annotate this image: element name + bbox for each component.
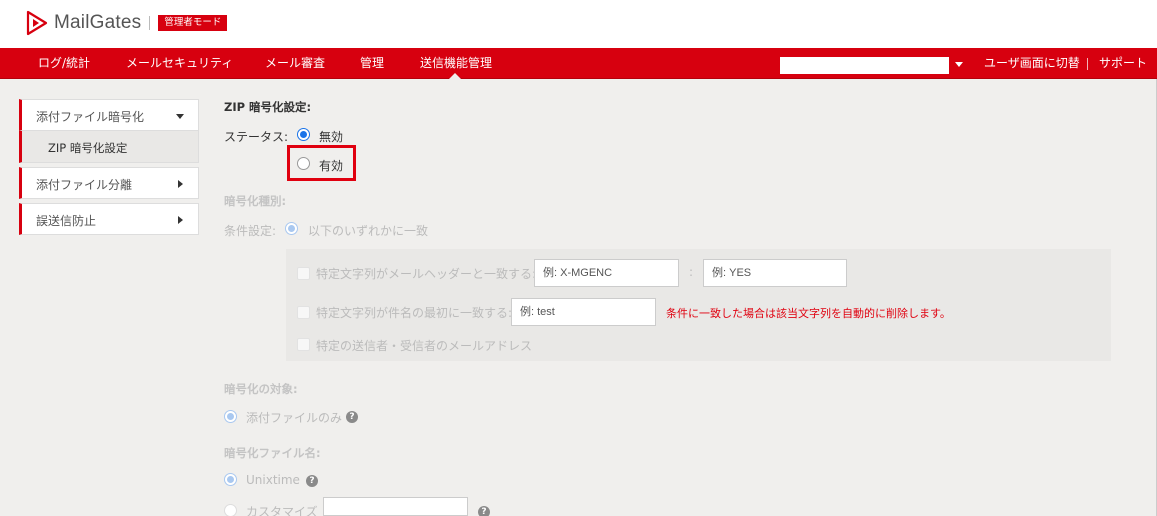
caret-right-icon <box>178 180 183 188</box>
target-attachments-radio[interactable] <box>224 410 237 423</box>
filename-unixtime-label: Unixtime <box>246 473 300 487</box>
nav-item-management[interactable]: 管理 <box>360 48 384 79</box>
nav-divider <box>1087 58 1088 70</box>
sender-recipient-label: 特定の送信者・受信者のメールアドレス <box>316 339 533 353</box>
condition-any-radio[interactable] <box>285 222 298 235</box>
encryption-target-title: 暗号化の対象: <box>224 382 298 396</box>
status-label: ステータス: <box>224 130 289 144</box>
subject-prefix-checkbox[interactable] <box>297 306 310 319</box>
main-nav: ログ/統計 メールセキュリティ メール審査 管理 送信機能管理 ユーザ画面に切替… <box>0 48 1157 79</box>
filename-unixtime-radio[interactable] <box>224 473 237 486</box>
subject-prefix-input[interactable]: 例: test <box>511 298 656 326</box>
filename-custom-radio[interactable] <box>224 504 237 516</box>
filename-custom-label: カスタマイズ <box>246 505 318 516</box>
sidebar-subitem-zip-encryption[interactable]: ZIP 暗号化設定 <box>19 131 199 163</box>
logo-text: MailGates <box>54 12 142 33</box>
sidebar-item-label: 添付ファイル暗号化 <box>36 110 145 124</box>
encryption-type-title: 暗号化種別: <box>224 194 287 208</box>
switch-user-view-link[interactable]: ユーザ画面に切替 <box>984 48 1080 79</box>
status-disabled-label: 無効 <box>319 130 344 144</box>
status-enabled-radio[interactable] <box>297 157 310 170</box>
target-attachments-label: 添付ファイルのみ <box>246 411 343 425</box>
sidebar-item-label: 添付ファイル分離 <box>36 178 133 192</box>
nav-item-mail-review[interactable]: メール審査 <box>265 48 325 79</box>
header-value-input[interactable]: 例: YES <box>703 259 847 287</box>
sidebar-subitem-label: ZIP 暗号化設定 <box>48 141 128 155</box>
logo-divider <box>149 16 151 30</box>
condition-any-label: 以下のいずれかに一致 <box>308 224 429 238</box>
header-match-checkbox[interactable] <box>297 267 310 280</box>
header-separator: : <box>689 265 694 279</box>
condition-label: 条件設定: <box>224 224 277 238</box>
sender-recipient-checkbox[interactable] <box>297 338 310 351</box>
help-icon[interactable]: ? <box>346 411 358 423</box>
nav-item-mail-security[interactable]: メールセキュリティ <box>126 48 233 79</box>
help-icon[interactable]: ? <box>478 506 490 516</box>
logo[interactable]: MailGates 管理者モード <box>26 10 228 36</box>
encrypted-filename-title: 暗号化ファイル名: <box>224 446 321 460</box>
chevron-down-icon[interactable] <box>955 62 963 67</box>
nav-item-logs-stats[interactable]: ログ/統計 <box>38 48 90 79</box>
sidebar-item-attachment-separation[interactable]: 添付ファイル分離 <box>19 167 199 199</box>
domain-select[interactable] <box>780 57 949 74</box>
support-link[interactable]: サポート <box>1099 48 1147 79</box>
help-icon[interactable]: ? <box>306 475 318 487</box>
subject-prefix-note: 条件に一致した場合は該当文字列を自動的に削除します。 <box>666 307 951 320</box>
header-match-label: 特定文字列がメールヘッダーと一致する: <box>316 267 537 281</box>
sidebar-item-misdelivery-prevention[interactable]: 誤送信防止 <box>19 203 199 235</box>
caret-down-icon <box>176 114 184 119</box>
subject-prefix-label: 特定文字列が件名の最初に一致する: <box>316 306 513 320</box>
admin-mode-badge: 管理者モード <box>158 15 228 31</box>
header-name-input[interactable]: 例: X-MGENC <box>534 259 679 287</box>
section-title: ZIP 暗号化設定: <box>224 100 312 114</box>
status-disabled-radio[interactable] <box>297 128 310 141</box>
sidebar-item-attachment-encryption[interactable]: 添付ファイル暗号化 <box>19 99 199 131</box>
status-enabled-label: 有効 <box>319 159 344 173</box>
caret-right-icon <box>178 216 183 224</box>
app-header: MailGates 管理者モード <box>0 0 1157 48</box>
mailgates-logo-icon <box>26 10 48 36</box>
filename-custom-input[interactable] <box>323 497 468 516</box>
sidebar-item-label: 誤送信防止 <box>36 214 97 228</box>
